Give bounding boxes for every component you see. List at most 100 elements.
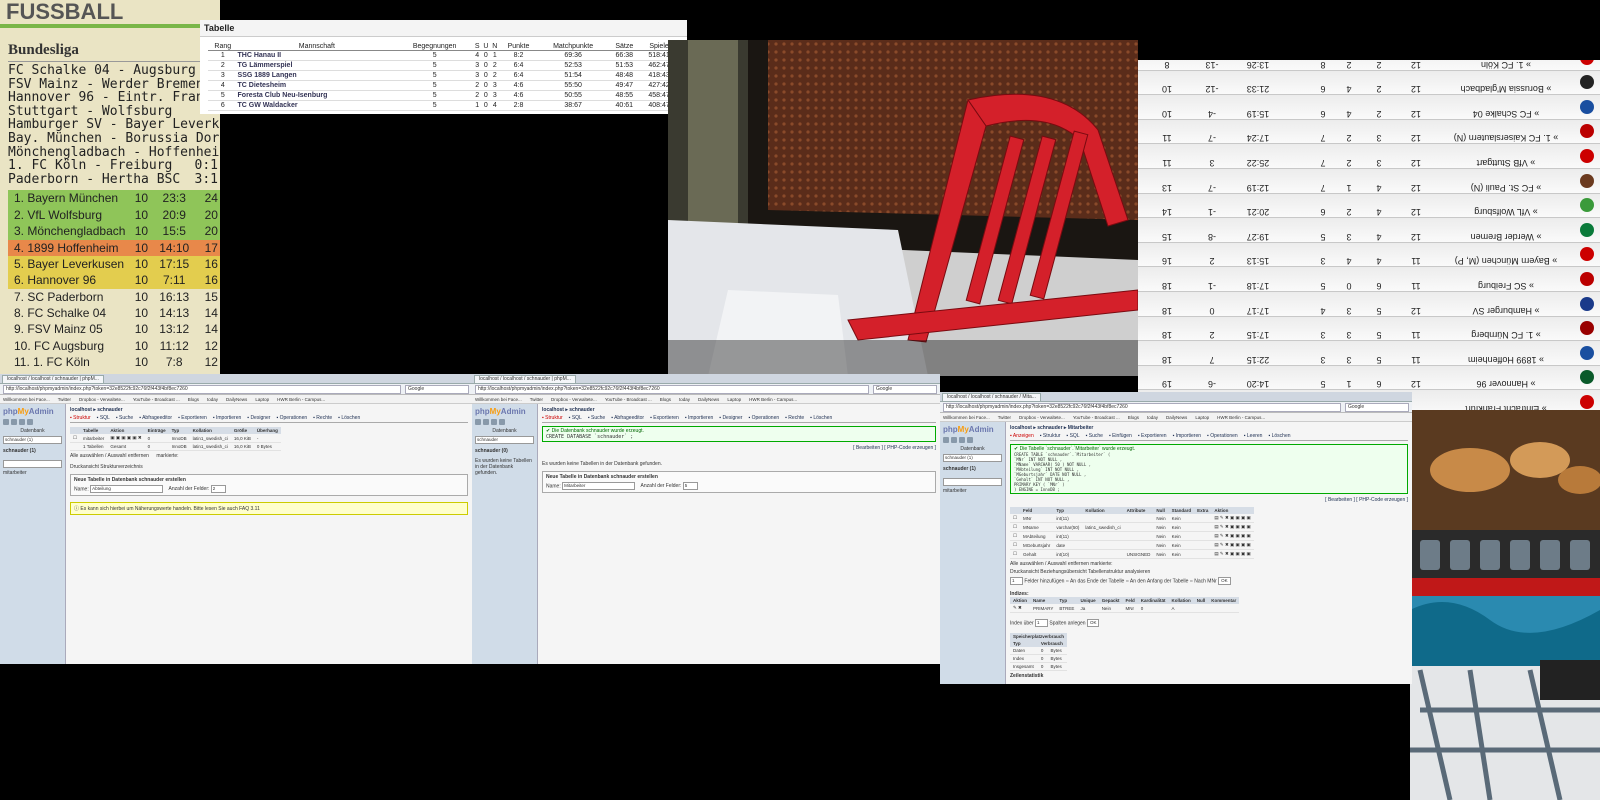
search-input[interactable]: Google [405, 384, 469, 394]
db-list-item[interactable]: schnauder (0) [475, 448, 534, 454]
edit-links[interactable]: [ Bearbeiten ] [ PHP-Code erzeugen ] [1010, 497, 1408, 503]
bookmark-link[interactable]: Willkommen bei Face... [943, 415, 990, 420]
bookmark-link[interactable]: YouTube - Broadcast ... [1073, 415, 1120, 420]
db-list-item[interactable]: schnauder (1) [943, 466, 1002, 472]
browser-tab[interactable]: localhost / localhost / schnauder | phpM… [474, 375, 576, 383]
club-name[interactable]: » FC Schalke 04 [1436, 95, 1576, 119]
bookmark-link[interactable]: Twitter [998, 415, 1011, 420]
bookmark-link[interactable]: DailyNews [698, 397, 719, 402]
menu-tab-designer[interactable]: ▪ Designer [719, 415, 742, 421]
table-name-input[interactable]: Abteilung [90, 485, 164, 493]
index-count-input[interactable]: 1 [1035, 619, 1049, 627]
help-icon[interactable] [959, 437, 965, 443]
bookmark-link[interactable]: Dropbox - Verwaltete... [1019, 415, 1065, 420]
sql-icon[interactable] [483, 419, 489, 425]
row-checkbox[interactable]: ☐ [1010, 549, 1021, 559]
bookmark-link[interactable]: today [207, 397, 218, 402]
menu-tab-rechte[interactable]: ▪ Rechte [785, 415, 804, 421]
field-name[interactable]: MName [1020, 522, 1054, 532]
menu-tab-exportieren[interactable]: ▪ Exportieren [178, 415, 207, 421]
home-icon[interactable] [3, 419, 9, 425]
club-name[interactable]: » 1899 Hoffenheim [1436, 341, 1576, 365]
menu-tab-designer[interactable]: ▪ Designer [247, 415, 270, 421]
menu-tab-operationen[interactable]: ▪ Operationen [748, 415, 779, 421]
menu-tab-sql[interactable]: ▪ SQL [97, 415, 110, 421]
bookmark-link[interactable]: HWR Berlin - Campus... [277, 397, 325, 402]
menu-tab-importieren[interactable]: ▪ Importieren [1173, 433, 1201, 439]
bookmark-link[interactable]: YouTube - Broadcast ... [605, 397, 652, 402]
menu-tab-importieren[interactable]: ▪ Importieren [685, 415, 713, 421]
search-input[interactable]: Google [873, 384, 937, 394]
help-icon[interactable] [491, 419, 497, 425]
row-actions[interactable]: ▣ ▣ ▣ ▣ ▣ ✖ [107, 434, 145, 443]
club-name[interactable]: » 1. FC Kaiserslautern (N) [1436, 120, 1576, 143]
menu-tab-rechte[interactable]: ▪ Rechte [313, 415, 332, 421]
menu-tab-exportieren[interactable]: ▪ Exportieren [650, 415, 679, 421]
add-fields-count[interactable]: 1 [1010, 577, 1023, 585]
bookmark-link[interactable]: Laptop [727, 397, 741, 402]
field-name[interactable]: MAbteilung [1020, 531, 1054, 541]
bookmark-link[interactable]: HWR Berlin - Campus... [1217, 415, 1265, 420]
club-name[interactable]: » Hamburger SV [1436, 292, 1576, 316]
address-input[interactable]: http://localhost/phpmyadmin/index.php?to… [943, 402, 1341, 412]
bookmark-link[interactable]: Twitter [530, 397, 543, 402]
table-name-input[interactable]: Mitarbeiter [562, 482, 636, 490]
menu-tab-löschen[interactable]: ▪ Löschen [338, 415, 360, 421]
menu-tab-operationen[interactable]: ▪ Operationen [276, 415, 307, 421]
browser-tab[interactable]: localhost / localhost / schnauder | phpM… [2, 375, 104, 383]
row-checkbox[interactable]: ☐ [1010, 514, 1021, 523]
row-checkbox[interactable]: ☐ [1010, 531, 1021, 541]
index-ok-button[interactable]: OK [1086, 619, 1100, 627]
menu-tab-abfrageeditor[interactable]: ▪ Abfrageeditor [611, 415, 644, 421]
bookmark-link[interactable]: Blogs [1128, 415, 1139, 420]
club-name[interactable]: » FC St. Pauli (N) [1436, 169, 1576, 193]
menu-tab-löschen[interactable]: ▪ Löschen [810, 415, 832, 421]
fields-count-input[interactable]: 5 [682, 482, 698, 490]
bookmark-link[interactable]: Dropbox - Verwaltete... [79, 397, 125, 402]
menu-tab-struktur[interactable]: ▪ Struktur [1040, 433, 1061, 439]
menu-tab-abfrageeditor[interactable]: ▪ Abfrageeditor [139, 415, 172, 421]
menu-tab-sql[interactable]: ▪ SQL [1066, 433, 1079, 439]
club-name[interactable]: » Hannover 96 [1436, 366, 1576, 389]
row-actions[interactable]: ▤ ✎ ✖ ▣ ▣ ▣ ▣ [1211, 522, 1254, 532]
row-checkbox[interactable]: ☐ [1010, 522, 1021, 532]
bookmark-link[interactable]: YouTube - Broadcast ... [133, 397, 180, 402]
fields-count-input[interactable]: 2 [210, 485, 226, 493]
menu-tab-suche[interactable]: ▪ Suche [116, 415, 133, 421]
field-name[interactable]: MGeburtsjahr [1020, 540, 1054, 550]
edit-links[interactable]: [ Bearbeiten ] [ PHP-Code erzeugen ] [542, 445, 936, 451]
row-checkbox[interactable]: ☐ [1010, 540, 1021, 550]
bookmark-link[interactable]: Laptop [255, 397, 269, 402]
bookmark-link[interactable]: Blogs [188, 397, 199, 402]
club-name[interactable]: » VfB Stuttgart [1436, 144, 1576, 168]
add-fields-ok-button[interactable]: OK [1218, 577, 1231, 585]
menu-tab-leeren[interactable]: ▪ Leeren [1244, 433, 1263, 439]
menu-tab-suche[interactable]: ▪ Suche [1086, 433, 1103, 439]
field-name[interactable]: Gehalt [1020, 549, 1054, 559]
bookmark-link[interactable]: today [679, 397, 690, 402]
sql-icon[interactable] [951, 437, 957, 443]
row-actions[interactable]: ▤ ✎ ✖ ▣ ▣ ▣ ▣ [1211, 531, 1254, 541]
menu-tab-löschen[interactable]: ▪ Löschen [1268, 433, 1290, 439]
menu-tab-struktur[interactable]: ▪ Struktur [70, 415, 91, 421]
address-input[interactable]: http://localhost/phpmyadmin/index.php?to… [3, 384, 401, 394]
club-name[interactable]: » VfL Wolfsburg [1436, 194, 1576, 217]
club-name[interactable]: » Bayern München (M, P) [1436, 243, 1576, 266]
menu-tab-importieren[interactable]: ▪ Importieren [213, 415, 241, 421]
table-link[interactable]: mitarbeiter [3, 470, 62, 476]
bookmark-link[interactable]: Willkommen bei Face... [475, 397, 522, 402]
row-actions[interactable]: ▤ ✎ ✖ ▣ ▣ ▣ ▣ [1211, 514, 1254, 523]
bookmark-link[interactable]: Willkommen bei Face... [3, 397, 50, 402]
club-name[interactable]: » Werder Bremen [1436, 218, 1576, 242]
bookmark-link[interactable]: Laptop [1195, 415, 1209, 420]
db-select[interactable]: schnauder [475, 436, 534, 444]
row-checkbox[interactable]: ☐ [70, 434, 81, 443]
menu-tab-struktur[interactable]: ▪ Struktur [542, 415, 563, 421]
db-select[interactable]: schnauder (1) [3, 436, 62, 444]
field-name[interactable]: MNr [1020, 514, 1054, 523]
home-icon[interactable] [943, 437, 949, 443]
table-filter-input[interactable] [3, 460, 62, 468]
browser-tab[interactable]: localhost / localhost / schnauder / Mita… [942, 393, 1041, 401]
help-icon[interactable] [19, 419, 25, 425]
db-select[interactable]: schnauder (1) [943, 454, 1002, 462]
